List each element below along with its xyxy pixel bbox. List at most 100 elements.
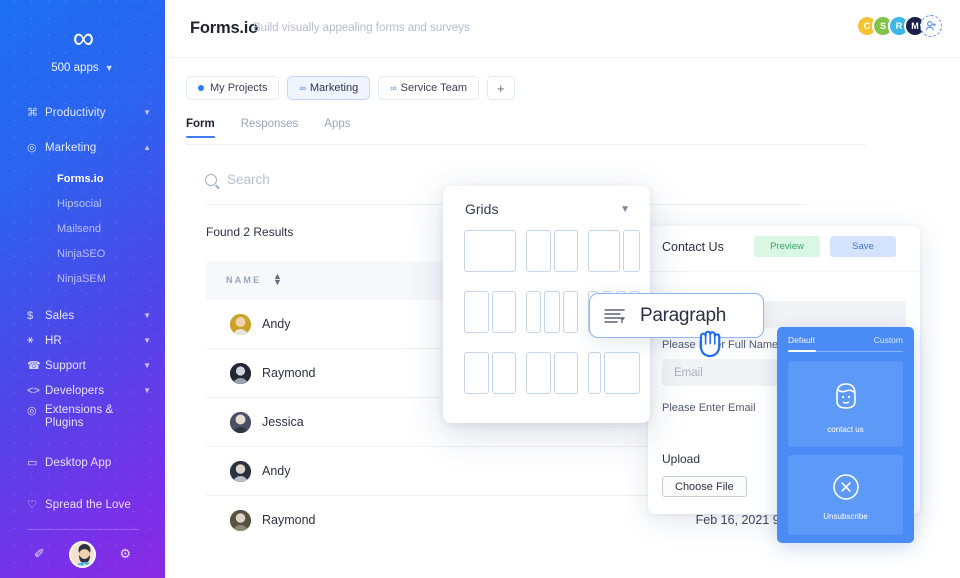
avatar-illustration bbox=[71, 543, 96, 568]
sidebar-item-marketing[interactable]: ◎ Marketing ▲ bbox=[0, 135, 165, 160]
plug-icon: ◎ bbox=[27, 404, 45, 417]
add-user-icon bbox=[925, 20, 937, 32]
face-icon bbox=[825, 375, 867, 417]
status-dot-icon bbox=[198, 85, 204, 91]
template-card-contact-us[interactable]: contact us bbox=[788, 361, 903, 447]
drag-chip-paragraph[interactable]: Paragraph bbox=[589, 293, 764, 338]
template-card-label: Unsubscribe bbox=[823, 512, 867, 521]
search-bar[interactable]: Search bbox=[205, 172, 270, 187]
avatar bbox=[230, 461, 251, 482]
chevron-down-icon: ▼ bbox=[143, 108, 151, 117]
infinity-icon: ∞ bbox=[0, 28, 165, 50]
grid-option-2col-wide-left[interactable] bbox=[588, 230, 640, 272]
grid-option-2col-c[interactable] bbox=[464, 352, 516, 394]
sidebar-item-sales[interactable]: $ Sales ▼ bbox=[0, 303, 165, 328]
apps-switcher[interactable]: 500 apps ▼ bbox=[0, 62, 165, 74]
user-avatar[interactable] bbox=[69, 541, 96, 568]
sidebar-item-developers[interactable]: <> Developers ▼ bbox=[0, 378, 165, 403]
tab-custom[interactable]: Custom bbox=[874, 335, 903, 345]
avatar-illustration bbox=[230, 314, 251, 335]
heart-icon: ♡ bbox=[27, 498, 45, 511]
tab-form[interactable]: Form bbox=[186, 118, 215, 138]
app-root: ∞ 500 apps ▼ ⌘ Productivity ▼ ◎ Marketin… bbox=[0, 0, 960, 578]
tab-apps[interactable]: Apps bbox=[324, 118, 350, 138]
save-button[interactable]: Save bbox=[830, 236, 896, 257]
sidebar-item-forms-io[interactable]: Forms.io bbox=[0, 167, 165, 192]
add-member-button[interactable] bbox=[920, 15, 942, 37]
grid-option-1col[interactable] bbox=[464, 230, 516, 272]
sidebar-item-extensions-plugins[interactable]: ◎ Extensions & Plugins bbox=[0, 403, 165, 437]
link-icon: ∞ bbox=[390, 83, 394, 93]
hand-cursor-icon bbox=[694, 325, 728, 361]
sidebar-item-spread-the-love[interactable]: ♡ Spread the Love bbox=[0, 492, 165, 517]
template-card-unsubscribe[interactable]: Unsubscribe bbox=[788, 455, 903, 535]
link-icon: ∞ bbox=[299, 83, 303, 93]
close-circle-icon bbox=[829, 470, 863, 504]
avatar bbox=[230, 363, 251, 384]
choose-file-button[interactable]: Choose File bbox=[662, 476, 747, 497]
sidebar-item-mailsend[interactable]: Mailsend bbox=[0, 217, 165, 242]
headset-icon: ☎ bbox=[27, 359, 45, 372]
chevron-down-icon: ▼ bbox=[143, 311, 151, 320]
column-header-name[interactable]: NAME bbox=[226, 275, 261, 285]
drag-chip-label: Paragraph bbox=[640, 305, 726, 327]
sidebar-item-label: Spread the Love bbox=[45, 499, 151, 511]
person-icon: ⚹ bbox=[27, 334, 45, 347]
section-tab-rule bbox=[186, 144, 866, 145]
sidebar-item-ninjaseo[interactable]: NinjaSEO bbox=[0, 242, 165, 267]
member-avatar-group: C S R M bbox=[862, 15, 942, 37]
sidebar-item-productivity[interactable]: ⌘ Productivity ▼ bbox=[0, 100, 165, 125]
sidebar-item-label: Developers bbox=[45, 385, 143, 397]
grid-option-2col-b[interactable] bbox=[464, 291, 516, 333]
grid-option-2col-even[interactable] bbox=[526, 230, 578, 272]
feather-icon[interactable]: ✐ bbox=[34, 546, 45, 562]
avatar bbox=[230, 412, 251, 433]
gear-icon[interactable]: ⚙ bbox=[119, 546, 131, 562]
templates-panel: Default Custom contact us Unsubscribe bbox=[777, 327, 914, 543]
sidebar-item-label: Marketing bbox=[45, 142, 143, 154]
cell-name: Andy bbox=[262, 317, 291, 331]
chevron-down-icon: ▼ bbox=[143, 386, 151, 395]
sort-toggle-icon[interactable]: ▲▼ bbox=[273, 273, 282, 285]
chip-marketing[interactable]: ∞ Marketing bbox=[287, 76, 370, 100]
chip-label: Marketing bbox=[310, 82, 358, 94]
search-input[interactable]: Search bbox=[227, 172, 270, 187]
grid-option-2col-narrow-left[interactable] bbox=[588, 352, 640, 394]
upload-label: Upload bbox=[662, 452, 700, 466]
chip-my-projects[interactable]: My Projects bbox=[186, 76, 279, 100]
sidebar-item-hipsocial[interactable]: Hipsocial bbox=[0, 192, 165, 217]
add-project-button[interactable]: + bbox=[487, 76, 515, 100]
templates-tab-bar: Default Custom bbox=[777, 327, 914, 353]
chip-service-team[interactable]: ∞ Service Team bbox=[378, 76, 479, 100]
sidebar-item-support[interactable]: ☎ Support ▼ bbox=[0, 353, 165, 378]
sidebar: ∞ 500 apps ▼ ⌘ Productivity ▼ ◎ Marketin… bbox=[0, 0, 165, 578]
sidebar-item-label: Desktop App bbox=[45, 457, 151, 469]
grab-hand-cursor bbox=[694, 325, 728, 361]
avatar-illustration bbox=[230, 510, 251, 531]
apps-switcher-label: 500 apps bbox=[51, 62, 98, 74]
form-card-header: Contact Us Preview Save bbox=[648, 226, 920, 272]
sidebar-logo-block[interactable]: ∞ 500 apps ▼ bbox=[0, 28, 165, 74]
sidebar-item-hr[interactable]: ⚹ HR ▼ bbox=[0, 328, 165, 353]
project-chip-bar: My Projects ∞ Marketing ∞ Service Team + bbox=[186, 76, 515, 100]
cell-name: Jessica bbox=[262, 415, 304, 429]
sidebar-item-desktop-app[interactable]: ▭ Desktop App bbox=[0, 450, 165, 475]
grid-option-3col[interactable] bbox=[526, 291, 578, 333]
tab-responses[interactable]: Responses bbox=[241, 118, 299, 138]
grids-panel-title: Grids bbox=[465, 201, 498, 217]
paragraph-icon bbox=[604, 308, 626, 324]
page-title: Forms.io bbox=[190, 19, 258, 38]
template-card-label: contact us bbox=[827, 425, 863, 434]
cell-name: Raymond bbox=[262, 366, 316, 380]
tab-default[interactable]: Default bbox=[788, 335, 815, 345]
templates-tab-indicator bbox=[788, 350, 816, 352]
grid-option-2col-d[interactable] bbox=[526, 352, 578, 394]
cell-name: Raymond bbox=[262, 513, 316, 527]
sidebar-item-label: Support bbox=[45, 360, 143, 372]
avatar bbox=[230, 510, 251, 531]
chevron-down-icon: ▼ bbox=[143, 361, 151, 370]
sidebar-item-ninjasem[interactable]: NinjaSEM bbox=[0, 267, 165, 292]
section-tab-bar: Form Responses Apps bbox=[186, 118, 351, 138]
preview-button[interactable]: Preview bbox=[754, 236, 820, 257]
chevron-down-icon[interactable]: ▼ bbox=[620, 204, 630, 215]
